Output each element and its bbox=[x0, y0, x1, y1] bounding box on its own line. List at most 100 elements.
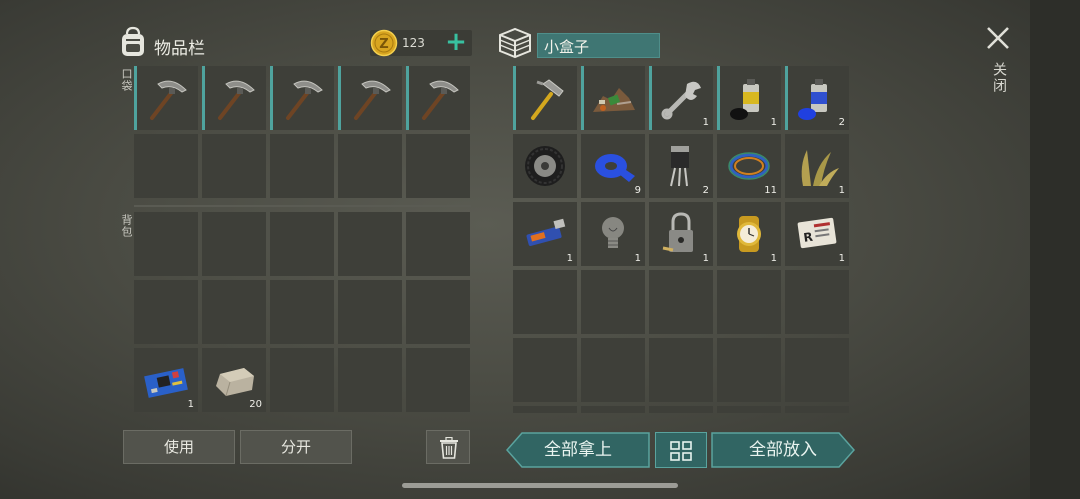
hammer-icon bbox=[531, 79, 564, 120]
backpack-grid: 1 20 bbox=[134, 212, 470, 412]
use-button[interactable]: 使用 bbox=[123, 430, 235, 464]
backpack-slot[interactable] bbox=[338, 348, 402, 412]
wire-coil-icon bbox=[728, 152, 770, 180]
container-slot[interactable] bbox=[513, 406, 577, 413]
usb-drive-icon bbox=[526, 218, 566, 247]
backpack-slot[interactable] bbox=[202, 212, 266, 276]
put-all-button[interactable]: 全部放入 bbox=[711, 432, 855, 468]
container-slot[interactable]: 1 bbox=[513, 202, 577, 266]
container-slot[interactable] bbox=[513, 66, 577, 130]
backpack-slot[interactable] bbox=[202, 280, 266, 344]
backpack-slot[interactable] bbox=[338, 212, 402, 276]
pocket-slot[interactable] bbox=[134, 134, 198, 198]
pocket-slot[interactable] bbox=[202, 134, 266, 198]
container-slot[interactable]: 1 bbox=[717, 66, 781, 130]
add-coins-button[interactable]: + bbox=[444, 28, 468, 56]
pocket-slot[interactable] bbox=[134, 66, 198, 130]
backpack-slot[interactable] bbox=[134, 212, 198, 276]
pickaxe-icon bbox=[354, 80, 391, 120]
backpack-slot[interactable]: 1 bbox=[134, 348, 198, 412]
container-slot[interactable] bbox=[785, 270, 849, 334]
container-slot[interactable]: 1 bbox=[581, 202, 645, 266]
container-slot[interactable] bbox=[513, 338, 577, 402]
backpack-slot[interactable] bbox=[134, 280, 198, 344]
backpack-slot[interactable] bbox=[270, 212, 334, 276]
item-quantity: 1 bbox=[838, 185, 845, 196]
container-slot[interactable] bbox=[717, 338, 781, 402]
pockets-grid bbox=[134, 66, 470, 198]
container-slot[interactable]: 1 bbox=[785, 134, 849, 198]
container-slot[interactable] bbox=[717, 270, 781, 334]
container-slot[interactable] bbox=[649, 270, 713, 334]
put-all-label: 全部放入 bbox=[749, 440, 817, 460]
container-slot[interactable]: 1 bbox=[649, 202, 713, 266]
container-header: 小盒子 bbox=[497, 26, 667, 62]
container-slot[interactable] bbox=[649, 406, 713, 413]
svg-text:R: R bbox=[803, 230, 814, 245]
container-slot[interactable] bbox=[581, 406, 645, 413]
container-slot[interactable] bbox=[513, 270, 577, 334]
blue-tape-icon bbox=[595, 154, 635, 182]
container-slot[interactable]: R1 bbox=[785, 202, 849, 266]
pocket-slot[interactable] bbox=[406, 66, 470, 130]
container-slot[interactable]: 11 bbox=[717, 134, 781, 198]
backpack-slot[interactable] bbox=[406, 348, 470, 412]
item-quantity: 20 bbox=[249, 399, 262, 410]
container-slot[interactable]: 2 bbox=[785, 66, 849, 130]
id-card-icon: R bbox=[797, 217, 837, 249]
split-button[interactable]: 分开 bbox=[240, 430, 352, 464]
grid-sort-icon bbox=[670, 441, 692, 461]
take-all-button[interactable]: 全部拿上 bbox=[506, 432, 650, 468]
container-slot[interactable] bbox=[581, 338, 645, 402]
trash-button[interactable] bbox=[426, 430, 470, 464]
stone-icon bbox=[216, 368, 254, 397]
backpack-slot[interactable] bbox=[338, 280, 402, 344]
coin-balance: Z 123 + bbox=[370, 28, 472, 57]
pocket-slot[interactable] bbox=[406, 134, 470, 198]
sort-button[interactable] bbox=[655, 432, 707, 468]
item-quantity: 1 bbox=[702, 253, 709, 264]
container-slot[interactable] bbox=[717, 406, 781, 413]
inventory-header: 物品栏 Z 123 + bbox=[118, 26, 473, 62]
container-slot[interactable] bbox=[581, 66, 645, 130]
container-slot[interactable]: 9 bbox=[581, 134, 645, 198]
inventory-title: 物品栏 bbox=[154, 39, 205, 59]
pocket-slot[interactable] bbox=[338, 66, 402, 130]
plant-fiber-icon bbox=[801, 150, 839, 186]
pickaxe-icon bbox=[422, 80, 459, 120]
container-slot[interactable]: 1 bbox=[649, 66, 713, 130]
container-slot[interactable]: 1 bbox=[717, 202, 781, 266]
take-all-label: 全部拿上 bbox=[544, 440, 612, 460]
pockets-label: 口袋 bbox=[120, 68, 133, 92]
box-icon bbox=[499, 27, 531, 59]
backpack-slot[interactable] bbox=[406, 212, 470, 276]
item-quantity: 2 bbox=[702, 185, 709, 196]
item-quantity: 1 bbox=[770, 253, 777, 264]
close-icon[interactable] bbox=[984, 24, 1012, 52]
backpack-slot[interactable]: 20 bbox=[202, 348, 266, 412]
circuit-board-icon bbox=[144, 368, 188, 398]
container-slot[interactable] bbox=[649, 338, 713, 402]
pocket-slot[interactable] bbox=[202, 66, 266, 130]
container-slot[interactable] bbox=[513, 134, 577, 198]
container-slot[interactable] bbox=[581, 270, 645, 334]
backpack-slot[interactable] bbox=[270, 348, 334, 412]
trash-icon bbox=[440, 437, 458, 459]
container-slot[interactable] bbox=[785, 338, 849, 402]
coin-amount: 123 bbox=[402, 36, 425, 50]
pocket-slot[interactable] bbox=[270, 134, 334, 198]
pickaxe-icon bbox=[150, 80, 187, 120]
close-label[interactable]: 关闭 bbox=[989, 62, 1009, 94]
backpack-slot[interactable] bbox=[270, 280, 334, 344]
pocket-slot[interactable] bbox=[270, 66, 334, 130]
backpack-slot[interactable] bbox=[406, 280, 470, 344]
item-quantity: 1 bbox=[838, 253, 845, 264]
padlock-icon bbox=[662, 212, 693, 252]
container-slot[interactable] bbox=[785, 406, 849, 413]
container-name-field[interactable]: 小盒子 bbox=[537, 33, 660, 58]
home-indicator[interactable] bbox=[402, 483, 678, 488]
container-slot[interactable]: 2 bbox=[649, 134, 713, 198]
container-grid[interactable]: 1 1 2 9 2 11 1 1 1 1 1 R 1 bbox=[513, 66, 849, 413]
pocket-slot[interactable] bbox=[338, 134, 402, 198]
tire-icon bbox=[525, 146, 565, 186]
